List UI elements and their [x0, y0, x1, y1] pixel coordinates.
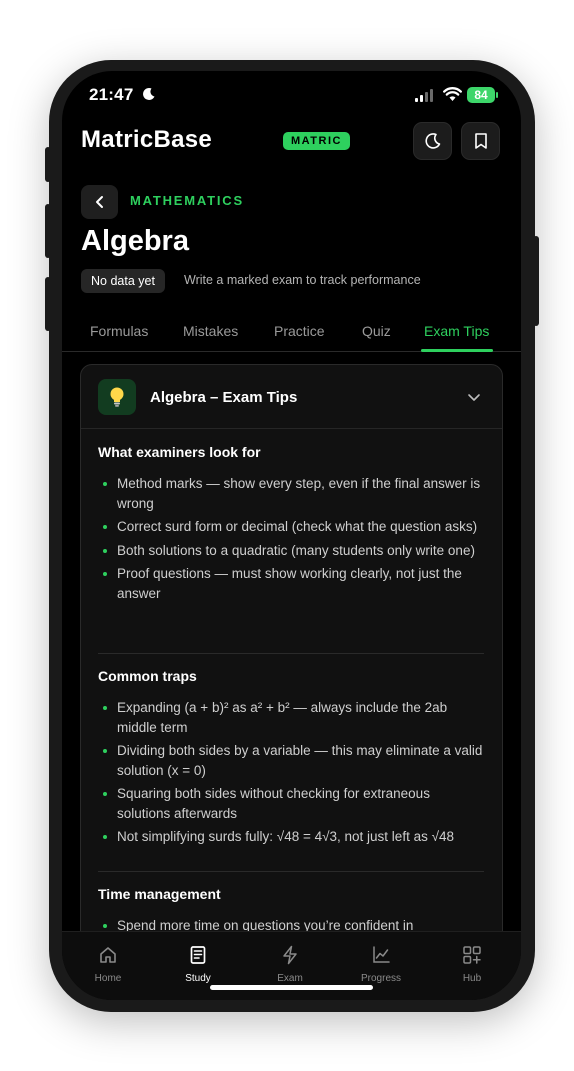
list-item: Dividing both sides by a variable — this… [98, 741, 484, 780]
exam-tips-card-header[interactable]: Algebra – Exam Tips [81, 365, 502, 429]
active-tab-indicator [421, 349, 493, 352]
tab-mistakes[interactable]: Mistakes [183, 323, 238, 339]
nav-label: Hub [462, 973, 482, 984]
subject-label: MATHEMATICS [130, 193, 244, 208]
tab-quiz[interactable]: Quiz [362, 323, 391, 339]
cellular-signal-icon [415, 89, 433, 102]
tips-section-common-traps: Common traps Expanding (a + b)² as a² + … [98, 668, 484, 851]
tips-section-examiners: What examiners look for Method marks — s… [98, 444, 484, 607]
tips-list: Expanding (a + b)² as a² + b² — always i… [98, 698, 484, 847]
list-item: Proof questions — must show working clea… [98, 564, 484, 603]
nav-label: Exam [277, 973, 303, 984]
page-title: Algebra [81, 225, 189, 257]
section-divider [98, 653, 484, 654]
phone-side-button [45, 204, 51, 258]
phone-side-button [533, 236, 539, 326]
performance-badge: No data yet [81, 269, 165, 293]
nav-progress[interactable]: Progress [346, 944, 416, 984]
list-item: Both solutions to a quadratic (many stud… [98, 541, 484, 561]
app-logo: MatricBase [81, 126, 213, 153]
home-icon [100, 947, 116, 963]
list-item: Method marks — show every step, even if … [98, 474, 484, 513]
topic-tabs: Formulas Mistakes Practice Quiz Exam Tip… [62, 321, 521, 352]
section-title: Common traps [98, 668, 197, 684]
nav-hub[interactable]: Hub [437, 944, 507, 984]
tab-exam-tips[interactable]: Exam Tips [424, 323, 489, 339]
back-button[interactable] [81, 185, 118, 219]
book-icon [190, 946, 206, 964]
list-item: Correct surd form or decimal (check what… [98, 517, 484, 537]
lightbulb-icon [98, 379, 136, 415]
section-title: Time management [98, 886, 221, 902]
section-divider [98, 871, 484, 872]
tab-formulas[interactable]: Formulas [90, 323, 148, 339]
lightning-icon [283, 945, 297, 965]
section-title: What examiners look for [98, 444, 261, 460]
moon-icon [143, 87, 155, 100]
bookmarks-button[interactable] [461, 122, 500, 160]
battery-indicator: 84 [467, 87, 498, 103]
chart-icon [373, 946, 390, 963]
status-bar: 21:47 84 [62, 71, 521, 121]
moon-icon [424, 133, 440, 149]
tips-list: Method marks — show every step, even if … [98, 474, 484, 603]
chevron-down-icon[interactable] [467, 393, 481, 403]
nav-label: Home [94, 973, 122, 984]
nav-label: Study [185, 973, 211, 984]
nav-exam[interactable]: Exam [255, 944, 325, 984]
performance-hint: Write a marked exam to track performance [184, 273, 421, 287]
list-item: Expanding (a + b)² as a² + b² — always i… [98, 698, 484, 737]
list-item: Squaring both sides without checking for… [98, 784, 484, 823]
wifi-icon [443, 87, 462, 101]
phone-side-button [45, 147, 51, 182]
grade-badge: MATRIC [283, 132, 350, 150]
nav-label: Progress [360, 973, 401, 984]
card-title: Algebra – Exam Tips [150, 389, 298, 406]
bookmark-icon [474, 133, 487, 149]
tab-practice[interactable]: Practice [274, 323, 325, 339]
app-screen: 21:47 84 MatricBase MATRIC MATHEMATICS A… [62, 71, 521, 1000]
exam-tips-card: Algebra – Exam Tips What examiners look … [80, 364, 503, 1000]
nav-home[interactable]: Home [73, 944, 143, 984]
chevron-left-icon [95, 196, 103, 208]
home-indicator[interactable] [210, 985, 373, 990]
nav-study[interactable]: Study [163, 944, 233, 984]
phone-side-button [45, 277, 51, 331]
grid-plus-icon [463, 946, 481, 964]
dark-mode-toggle-button[interactable] [413, 122, 452, 160]
list-item: Not simplifying surds fully: √48 = 4√3, … [98, 827, 484, 847]
status-time: 21:47 [89, 85, 134, 104]
